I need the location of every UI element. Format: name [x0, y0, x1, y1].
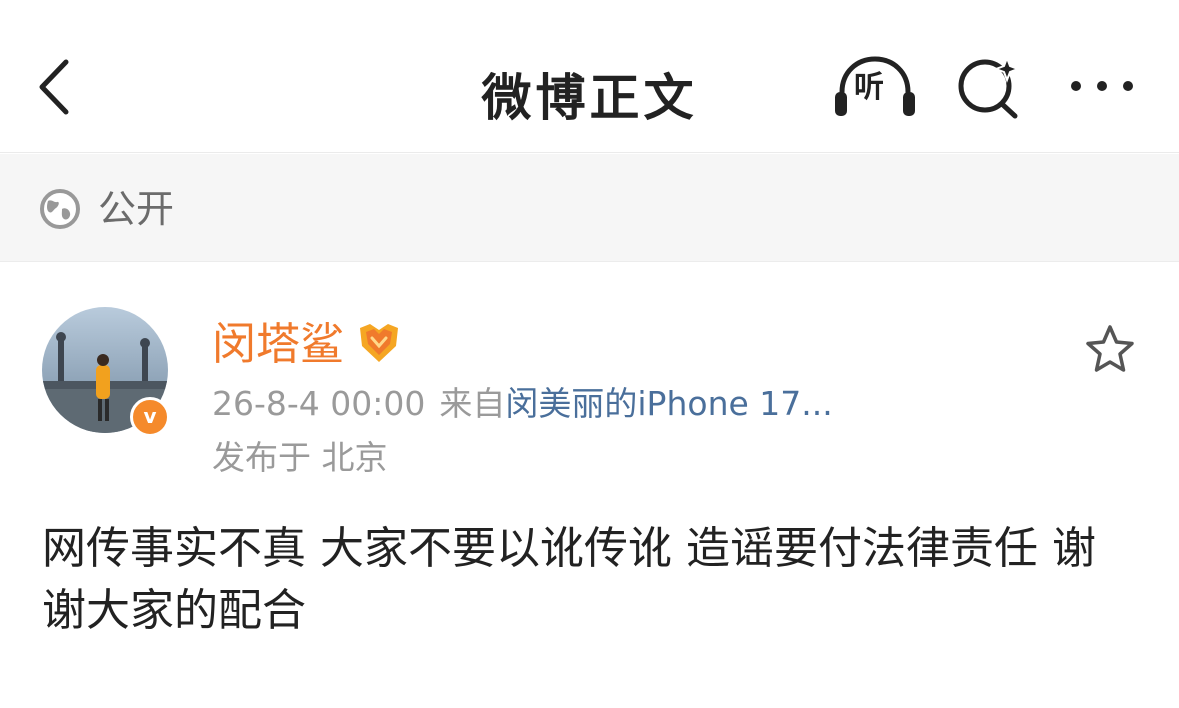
verified-badge: v [130, 397, 170, 437]
source-prefix: 来自 [439, 384, 506, 423]
listen-button[interactable]: 听 [832, 54, 918, 120]
source-device-link[interactable]: 闵美丽的iPhone 17... [505, 384, 832, 423]
visibility-label: 公开 [98, 187, 175, 231]
post-meta: 26-8-4 00:00 来自闵美丽的iPhone 17... [212, 382, 833, 426]
listen-label: 听 [854, 70, 884, 105]
globe-icon [40, 189, 80, 229]
member-medal-icon [360, 324, 398, 362]
post-time: 26-8-4 00:00 [212, 384, 426, 423]
favorite-button[interactable] [1082, 322, 1138, 378]
search-button[interactable] [955, 52, 1027, 122]
post-location: 发布于 北京 [212, 438, 388, 477]
post-content: 网传事实不真 大家不要以讹传讹 造谣要付法律责任 谢谢大家的配合 [42, 523, 1096, 636]
visibility-bar [0, 154, 1179, 262]
star-icon [1086, 325, 1134, 372]
more-options-button[interactable] [1064, 68, 1140, 104]
author-name[interactable]: 闵塔鲨 [212, 318, 344, 372]
more-dots-icon [1071, 81, 1133, 91]
search-icon [958, 55, 1021, 119]
